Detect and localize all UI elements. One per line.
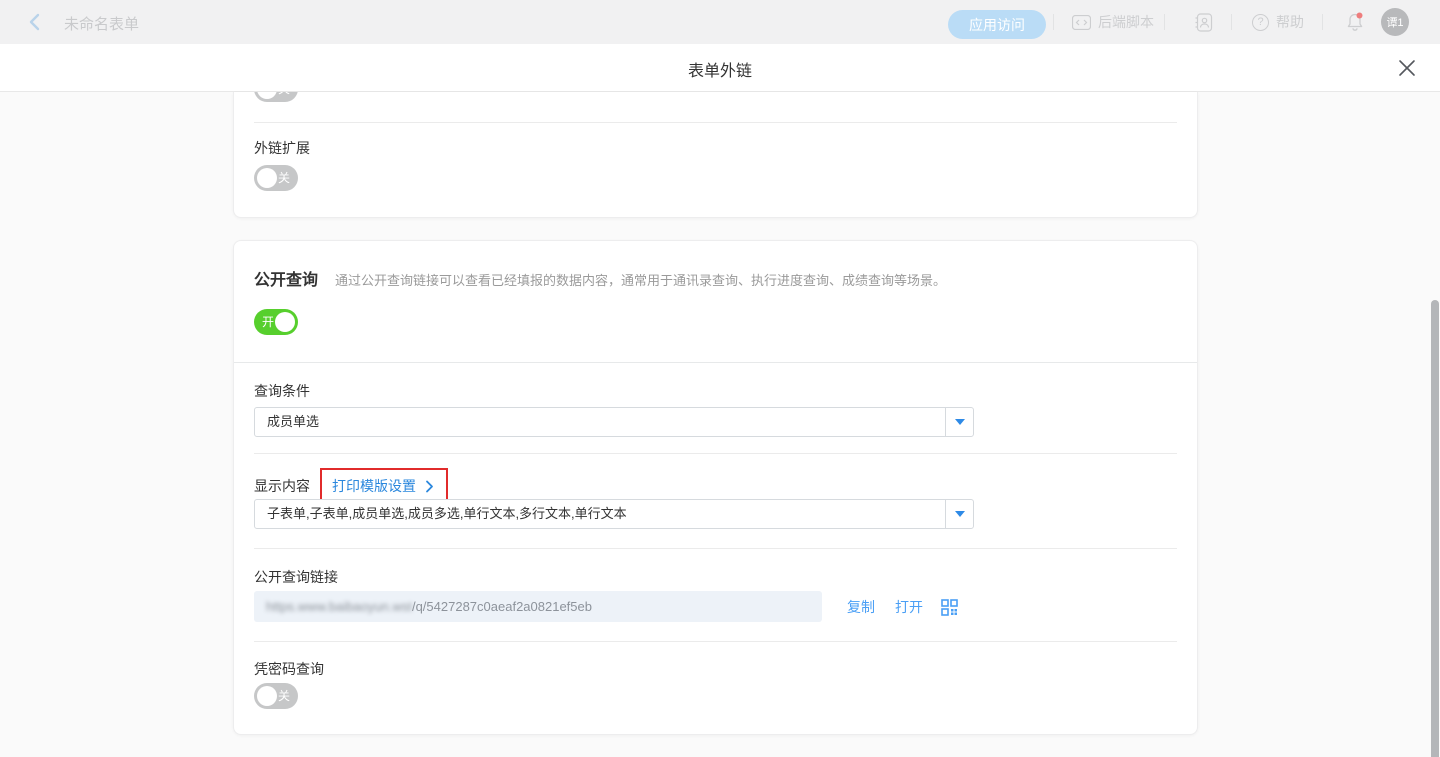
link-extension-toggle[interactable]: 关	[254, 165, 298, 191]
topbar-separator	[1164, 14, 1165, 30]
query-condition-label: 查询条件	[254, 381, 310, 401]
modal-header: 表单外链	[0, 44, 1440, 92]
display-content-value: 子表单,子表单,成员单选,成员多选,单行文本,多行文本,单行文本	[267, 500, 939, 528]
app-access-button[interactable]: 应用访问	[948, 10, 1046, 39]
password-query-toggle[interactable]: 关	[254, 683, 298, 709]
open-link-button[interactable]: 打开	[895, 597, 923, 617]
triangle-down-icon	[955, 511, 965, 517]
url-redacted-prefix: https.www.baibaoyun.wst	[266, 599, 412, 614]
public-link-url-field[interactable]: https.www.baibaoyun.wst/q/5427287c0aeaf2…	[254, 591, 822, 622]
link-settings-card: 关 外链扩展 关	[233, 92, 1198, 218]
topbar-separator	[1053, 14, 1054, 30]
divider	[254, 453, 1177, 454]
help-button[interactable]: ? 帮助	[1252, 0, 1304, 44]
form-title: 未命名表单	[64, 13, 139, 34]
public-query-description: 通过公开查询链接可以查看已经填报的数据内容，通常用于通讯录查询、执行进度查询、成…	[335, 270, 946, 289]
display-content-select[interactable]: 子表单,子表单,成员单选,成员多选,单行文本,多行文本,单行文本	[254, 499, 974, 529]
password-query-label: 凭密码查询	[254, 659, 324, 679]
divider	[254, 122, 1177, 123]
query-condition-value: 成员单选	[267, 408, 939, 436]
print-template-link[interactable]: 打印模版设置	[332, 476, 416, 496]
public-query-heading-row: 公开查询 通过公开查询链接可以查看已经填报的数据内容，通常用于通讯录查询、执行进…	[254, 266, 1174, 290]
toggle-state-label: 开	[262, 315, 274, 329]
top-app-bar: 未命名表单 应用访问 后端脚本 ? 帮助 谭1	[0, 0, 1440, 44]
topbar-separator	[1231, 14, 1232, 30]
triangle-down-icon	[955, 419, 965, 425]
toggle-knob	[257, 686, 277, 706]
scrollbar-thumb[interactable]	[1431, 300, 1439, 757]
toggle-state-label: 关	[278, 171, 290, 185]
query-condition-select[interactable]: 成员单选	[254, 407, 974, 437]
public-query-title: 公开查询	[254, 266, 318, 290]
select-arrow-zone	[945, 500, 973, 528]
public-link-label: 公开查询链接	[254, 567, 338, 587]
toggle-state-label: 关	[278, 92, 290, 96]
public-query-card: 公开查询 通过公开查询链接可以查看已经填报的数据内容，通常用于通讯录查询、执行进…	[233, 240, 1198, 735]
notification-bell-icon[interactable]	[1345, 12, 1365, 32]
qr-code-icon[interactable]	[941, 599, 958, 616]
toggle-knob	[257, 168, 277, 188]
display-content-label: 显示内容	[254, 476, 310, 496]
toggle-state-label: 关	[278, 689, 290, 703]
chevron-right-icon	[425, 480, 434, 493]
toggle-knob	[275, 312, 295, 332]
link-extension-label: 外链扩展	[254, 138, 310, 158]
url-visible-path: /q/5427287c0aeaf2a0821ef5eb	[412, 599, 592, 614]
backend-script-button[interactable]: 后端脚本	[1072, 0, 1154, 44]
modal-title: 表单外链	[0, 57, 1440, 81]
divider	[254, 548, 1177, 549]
toggle-knob	[257, 92, 277, 99]
contacts-button[interactable]	[1195, 0, 1213, 44]
close-icon[interactable]	[1397, 58, 1417, 78]
avatar[interactable]: 谭1	[1381, 8, 1409, 36]
topbar-separator	[1322, 14, 1323, 30]
backend-script-label: 后端脚本	[1098, 12, 1154, 32]
divider	[234, 362, 1197, 363]
divider	[254, 641, 1177, 642]
question-mark-icon: ?	[1252, 14, 1269, 31]
notification-dot	[1357, 13, 1363, 19]
code-icon	[1072, 15, 1091, 30]
copy-link-button[interactable]: 复制	[847, 597, 875, 617]
clipped-toggle[interactable]: 关	[254, 92, 298, 102]
public-query-toggle[interactable]: 开	[254, 309, 298, 335]
help-label: 帮助	[1276, 12, 1304, 32]
address-book-icon	[1195, 13, 1213, 32]
back-icon[interactable]	[26, 12, 44, 32]
select-arrow-zone	[945, 408, 973, 436]
